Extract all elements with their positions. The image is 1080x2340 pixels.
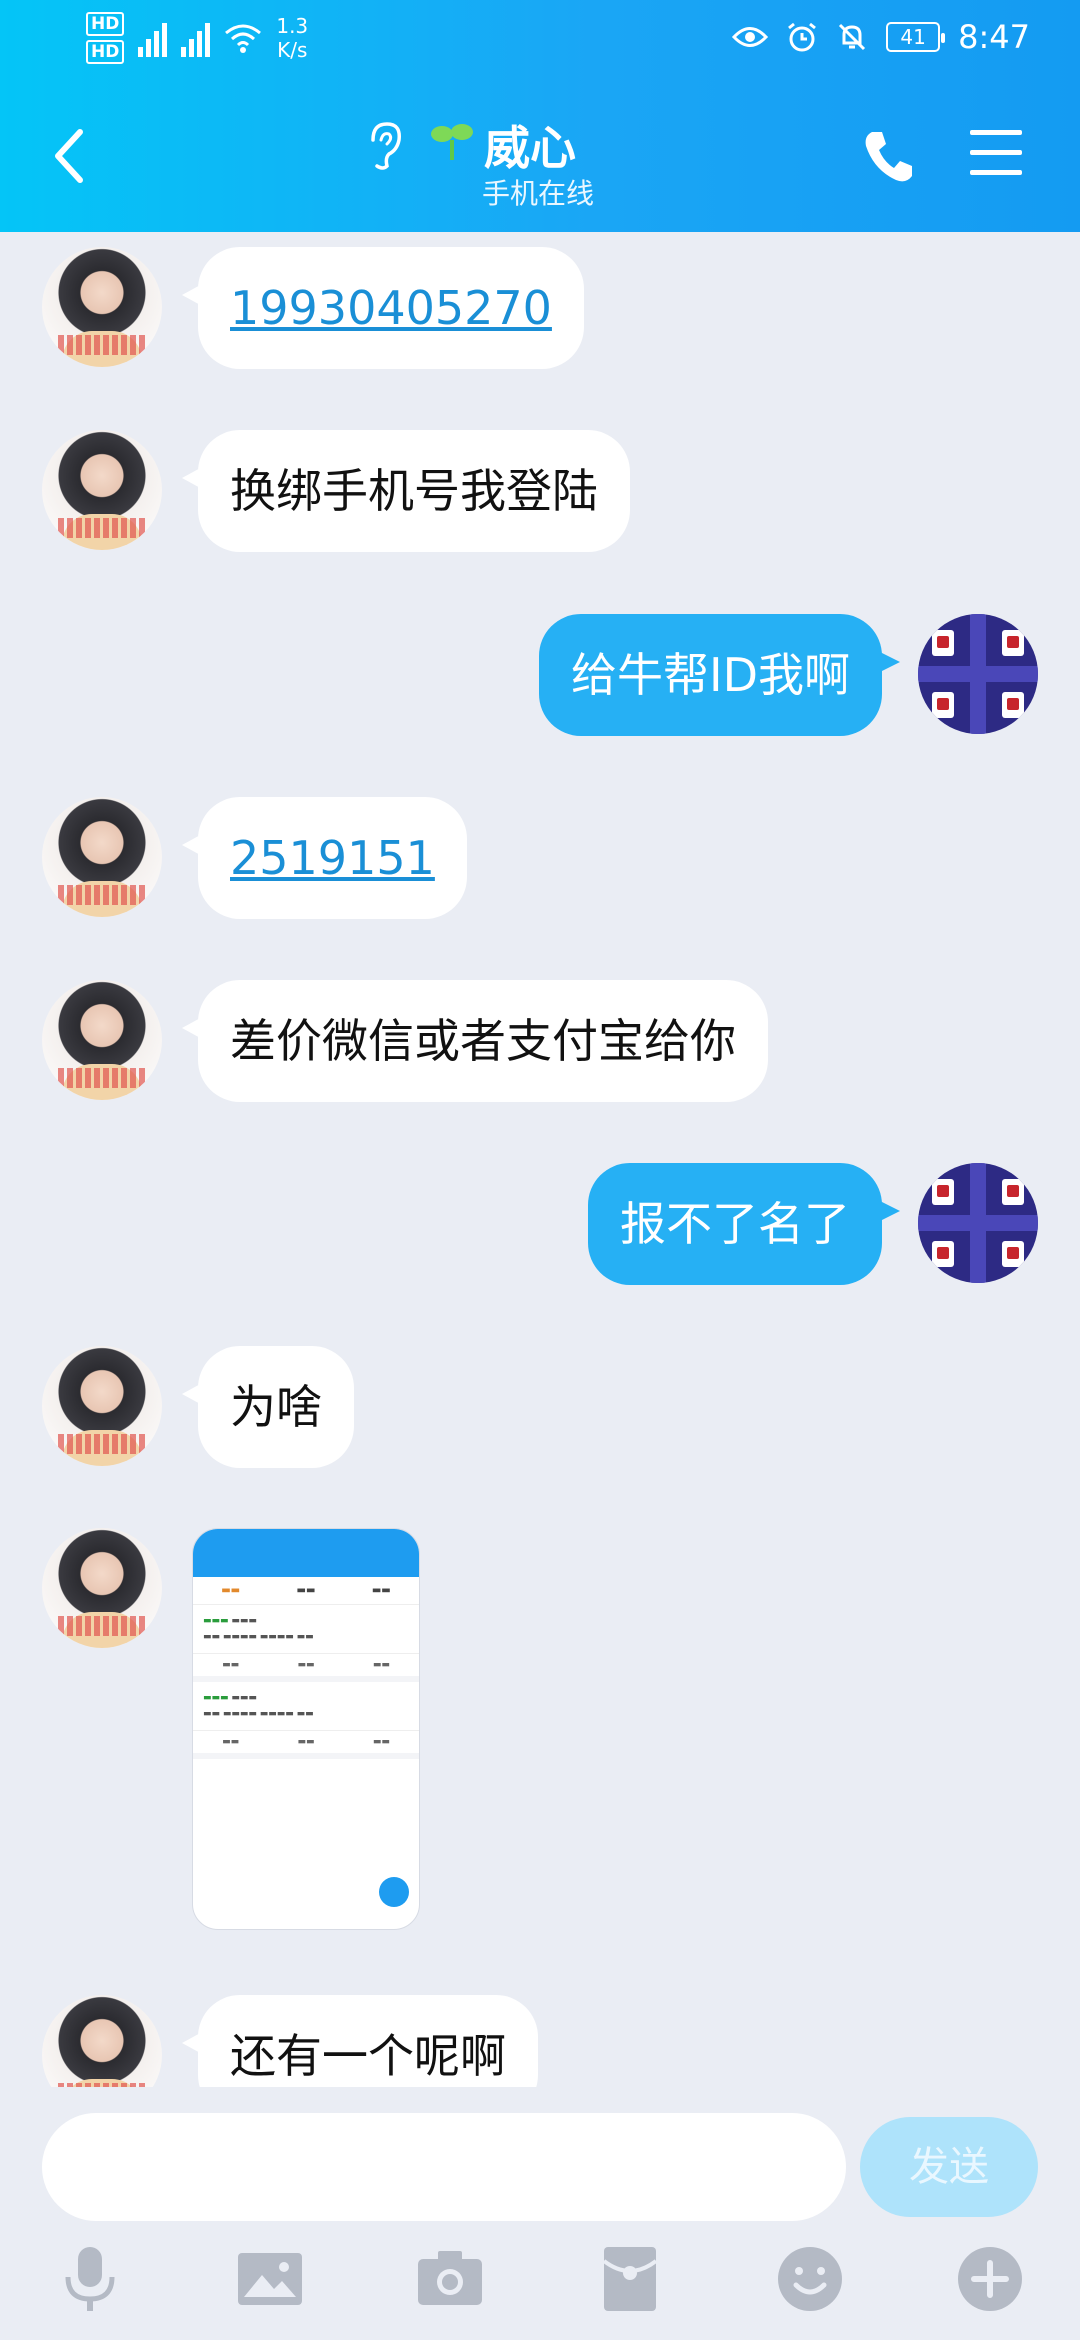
send-button[interactable]: 发送 — [860, 2117, 1038, 2217]
signal-icon — [181, 19, 211, 57]
menu-icon[interactable] — [970, 130, 1022, 180]
image-thumbnail-tabs: ▬▬ ▬▬ ▬▬ — [193, 1577, 419, 1605]
contact-avatar[interactable] — [42, 1528, 162, 1648]
message-text: 报不了名了 — [620, 1197, 850, 1251]
message-bubble[interactable]: 差价微信或者支付宝给你 — [182, 980, 768, 1102]
number-link[interactable]: 2519151 — [230, 831, 435, 885]
self-avatar[interactable] — [918, 614, 1038, 734]
plus-icon[interactable] — [954, 2243, 1026, 2315]
phone-number-link[interactable]: 19930405270 — [230, 281, 552, 335]
network-speed-unit: K/s — [277, 38, 308, 62]
camera-icon[interactable] — [414, 2243, 486, 2315]
status-left: HD HD 1.3 K/s — [86, 12, 308, 64]
message-text: 换绑手机号我登陆 — [230, 464, 598, 518]
contact-avatar[interactable] — [42, 797, 162, 917]
contact-avatar[interactable] — [42, 1995, 162, 2087]
contact-title[interactable]: 威心 — [430, 112, 576, 178]
contact-avatar[interactable] — [42, 1346, 162, 1466]
top-bar: HD HD 1.3 K/s 41 8:47 威心 手机在线 — [0, 0, 1080, 232]
message-bubble[interactable]: 换绑手机号我登陆 — [182, 430, 630, 552]
ear-icon[interactable] — [365, 120, 405, 184]
self-avatar[interactable] — [918, 1163, 1038, 1283]
self-message-bubble[interactable]: 给牛帮ID我啊 — [539, 614, 900, 736]
message-text: 差价微信或者支付宝给你 — [230, 1014, 736, 1068]
image-thumbnail-row: ▬▬▬ ▬▬▬ ▬▬ ▬▬▬▬ ▬▬▬▬ ▬▬ — [193, 1682, 419, 1731]
message-bubble[interactable]: 还有一个呢啊 — [182, 1995, 538, 2087]
input-bar: 发送 — [0, 2087, 1080, 2340]
status-bar: HD HD 1.3 K/s 41 8:47 — [0, 0, 1080, 80]
image-thumbnail-header — [193, 1529, 419, 1577]
signal-icon — [138, 19, 168, 57]
chat-list[interactable]: 19930405270 换绑手机号我登陆 给牛帮ID我啊 2519151 差价微… — [0, 232, 1080, 2087]
message-bubble[interactable]: 为啥 — [182, 1346, 354, 1468]
message-text: 给牛帮ID我啊 — [571, 648, 850, 702]
wifi-icon — [225, 24, 262, 53]
image-message[interactable]: ▬▬ ▬▬ ▬▬ ▬▬▬ ▬▬▬ ▬▬ ▬▬▬▬ ▬▬▬▬ ▬▬ ▬▬ ▬▬ ▬▬ ▬▬▬… — [192, 1528, 420, 1930]
self-message-bubble[interactable]: 报不了名了 — [588, 1163, 900, 1285]
mute-bell-icon — [839, 23, 866, 51]
image-thumbnail-row: ▬▬▬ ▬▬▬ ▬▬ ▬▬▬▬ ▬▬▬▬ ▬▬ — [193, 1605, 419, 1654]
image-thumbnail-fab — [379, 1877, 409, 1907]
message-text: 为啥 — [230, 1380, 322, 1434]
image-thumbnail-buttons: ▬▬ ▬▬ ▬▬ — [193, 1731, 419, 1759]
clock: 8:47 — [958, 18, 1030, 56]
contact-avatar[interactable] — [42, 980, 162, 1100]
nav-bar: 威心 手机在线 — [0, 80, 1080, 232]
sprout-icon — [430, 118, 474, 172]
image-thumbnail-buttons: ▬▬ ▬▬ ▬▬ — [193, 1654, 419, 1682]
contact-avatar[interactable] — [42, 430, 162, 550]
online-status: 手机在线 — [482, 177, 595, 210]
message-bubble[interactable]: 2519151 — [182, 797, 467, 919]
page-title: 威心 — [484, 121, 576, 175]
emoji-icon[interactable] — [774, 2243, 846, 2315]
message-bubble[interactable]: 19930405270 — [182, 247, 584, 369]
message-input[interactable] — [42, 2113, 846, 2221]
contact-avatar[interactable] — [42, 247, 162, 367]
network-speed: 1.3 K/s — [276, 14, 308, 62]
message-text: 还有一个呢啊 — [230, 2029, 506, 2083]
battery-icon: 41 — [886, 22, 946, 52]
alarm-icon — [788, 22, 817, 52]
red-packet-icon[interactable] — [594, 2243, 666, 2315]
status-right: 41 8:47 — [732, 18, 1030, 56]
hd-badge-icon: HD HD — [86, 12, 125, 64]
image-icon[interactable] — [234, 2243, 306, 2315]
back-icon[interactable] — [46, 126, 94, 186]
input-toolbar — [0, 2243, 1080, 2323]
network-speed-value: 1.3 — [276, 14, 309, 38]
microphone-icon[interactable] — [54, 2243, 126, 2315]
phone-icon[interactable] — [862, 126, 914, 186]
eye-icon — [732, 27, 769, 47]
